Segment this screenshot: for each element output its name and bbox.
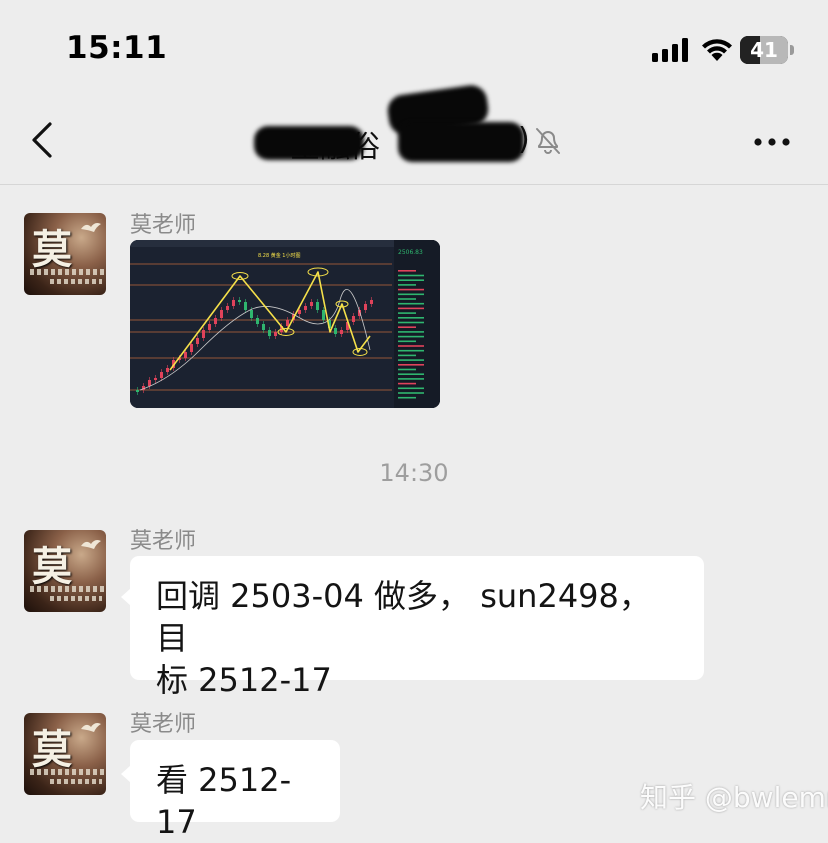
message-timestamp: 14:30	[379, 459, 449, 487]
message-text-line: 标 2512-17	[156, 661, 332, 699]
avatar-caption-line	[30, 586, 104, 592]
avatar-glyph: 莫	[32, 727, 72, 773]
avatar-caption-line	[50, 596, 102, 601]
watermark: 知乎 @bwlemm	[640, 781, 828, 814]
bell-slash-icon	[536, 128, 560, 154]
chat-message-list[interactable]: 莫 莫老师 2506.83 8.28 黄金 1小时图 14:30 莫 莫老师 回…	[0, 185, 828, 841]
chart-side-row	[398, 359, 424, 361]
sender-name: 莫老师	[130, 712, 197, 737]
chart-side-row	[398, 302, 424, 305]
battery-nub	[790, 45, 794, 55]
redaction-block	[254, 126, 364, 160]
chat-title: 金融俗 )	[250, 83, 550, 166]
chart-side-row	[398, 293, 424, 296]
bird-logo-icon	[81, 223, 101, 232]
chart-side-row	[398, 270, 416, 272]
chart-side-row	[398, 364, 424, 366]
chart-side-row	[398, 279, 424, 281]
bubble-tail	[121, 588, 131, 606]
chart-side-row	[398, 387, 424, 390]
chart-price-label: 2506.83	[398, 249, 423, 256]
chart-side-row	[398, 373, 424, 375]
bird-logo-icon	[81, 723, 101, 732]
text-message-bubble[interactable]: 回调 2503-04 做多， sun2498，目 标 2512-17	[121, 556, 704, 699]
chart-side-row	[398, 284, 416, 286]
bubble-tail	[121, 765, 131, 783]
chart-side-row	[398, 396, 416, 399]
more-options-button[interactable]	[744, 122, 800, 162]
avatar[interactable]: 莫	[24, 213, 106, 295]
chart-caption: 8.28 黄金 1小时图	[258, 252, 301, 259]
avatar[interactable]: 莫	[24, 713, 106, 795]
sender-name: 莫老师	[130, 213, 197, 238]
sender-name: 莫老师	[130, 529, 197, 554]
nav-bar: 金融俗 )	[0, 83, 828, 185]
message-text-line: 看 2512-17	[156, 761, 292, 841]
chart-side-row	[398, 340, 416, 343]
status-bar: 15:11 41	[0, 0, 828, 100]
chart-side-row	[398, 288, 424, 291]
chart-side-row	[398, 331, 424, 333]
wifi-icon	[702, 39, 732, 61]
chart-side-row	[398, 326, 416, 328]
avatar-caption-line	[30, 269, 104, 275]
chart-image-message[interactable]: 2506.83 8.28 黄金 1小时图	[130, 240, 440, 408]
avatar-caption-line	[30, 769, 104, 775]
message-text-line: 回调 2503-04 做多， sun2498，目	[156, 577, 651, 657]
chart-side-row	[398, 312, 416, 314]
text-message-bubble[interactable]: 看 2512-17	[121, 740, 340, 841]
chart-side-row	[398, 378, 424, 380]
chart-side-row	[398, 392, 424, 394]
chart-side-row	[398, 274, 424, 277]
chart-side-row	[398, 349, 424, 352]
battery-level: 41	[750, 38, 778, 62]
chart-side-row	[398, 307, 424, 310]
chart-side-row	[398, 345, 424, 347]
avatar-glyph: 莫	[32, 227, 72, 273]
chart-side-row	[398, 354, 416, 357]
back-button[interactable]	[22, 118, 66, 162]
avatar-caption-line	[50, 279, 102, 284]
bird-logo-icon	[81, 540, 101, 549]
status-time: 15:11	[66, 30, 168, 66]
chart-side-row	[398, 321, 424, 324]
battery-icon: 41	[740, 36, 796, 64]
chart-side-row	[398, 298, 416, 300]
redaction-block	[398, 122, 524, 162]
avatar[interactable]: 莫	[24, 530, 106, 612]
chart-side-row	[398, 382, 416, 385]
chart-image-thumbnail: 2506.83 8.28 黄金 1小时图	[130, 240, 440, 408]
cellular-signal-icon	[652, 38, 688, 62]
chart-side-row	[398, 317, 424, 319]
chart-side-row	[398, 368, 416, 371]
chart-side-row	[398, 335, 424, 338]
avatar-caption-line	[50, 779, 102, 784]
avatar-glyph: 莫	[32, 544, 72, 590]
battery-body: 41	[740, 36, 788, 64]
